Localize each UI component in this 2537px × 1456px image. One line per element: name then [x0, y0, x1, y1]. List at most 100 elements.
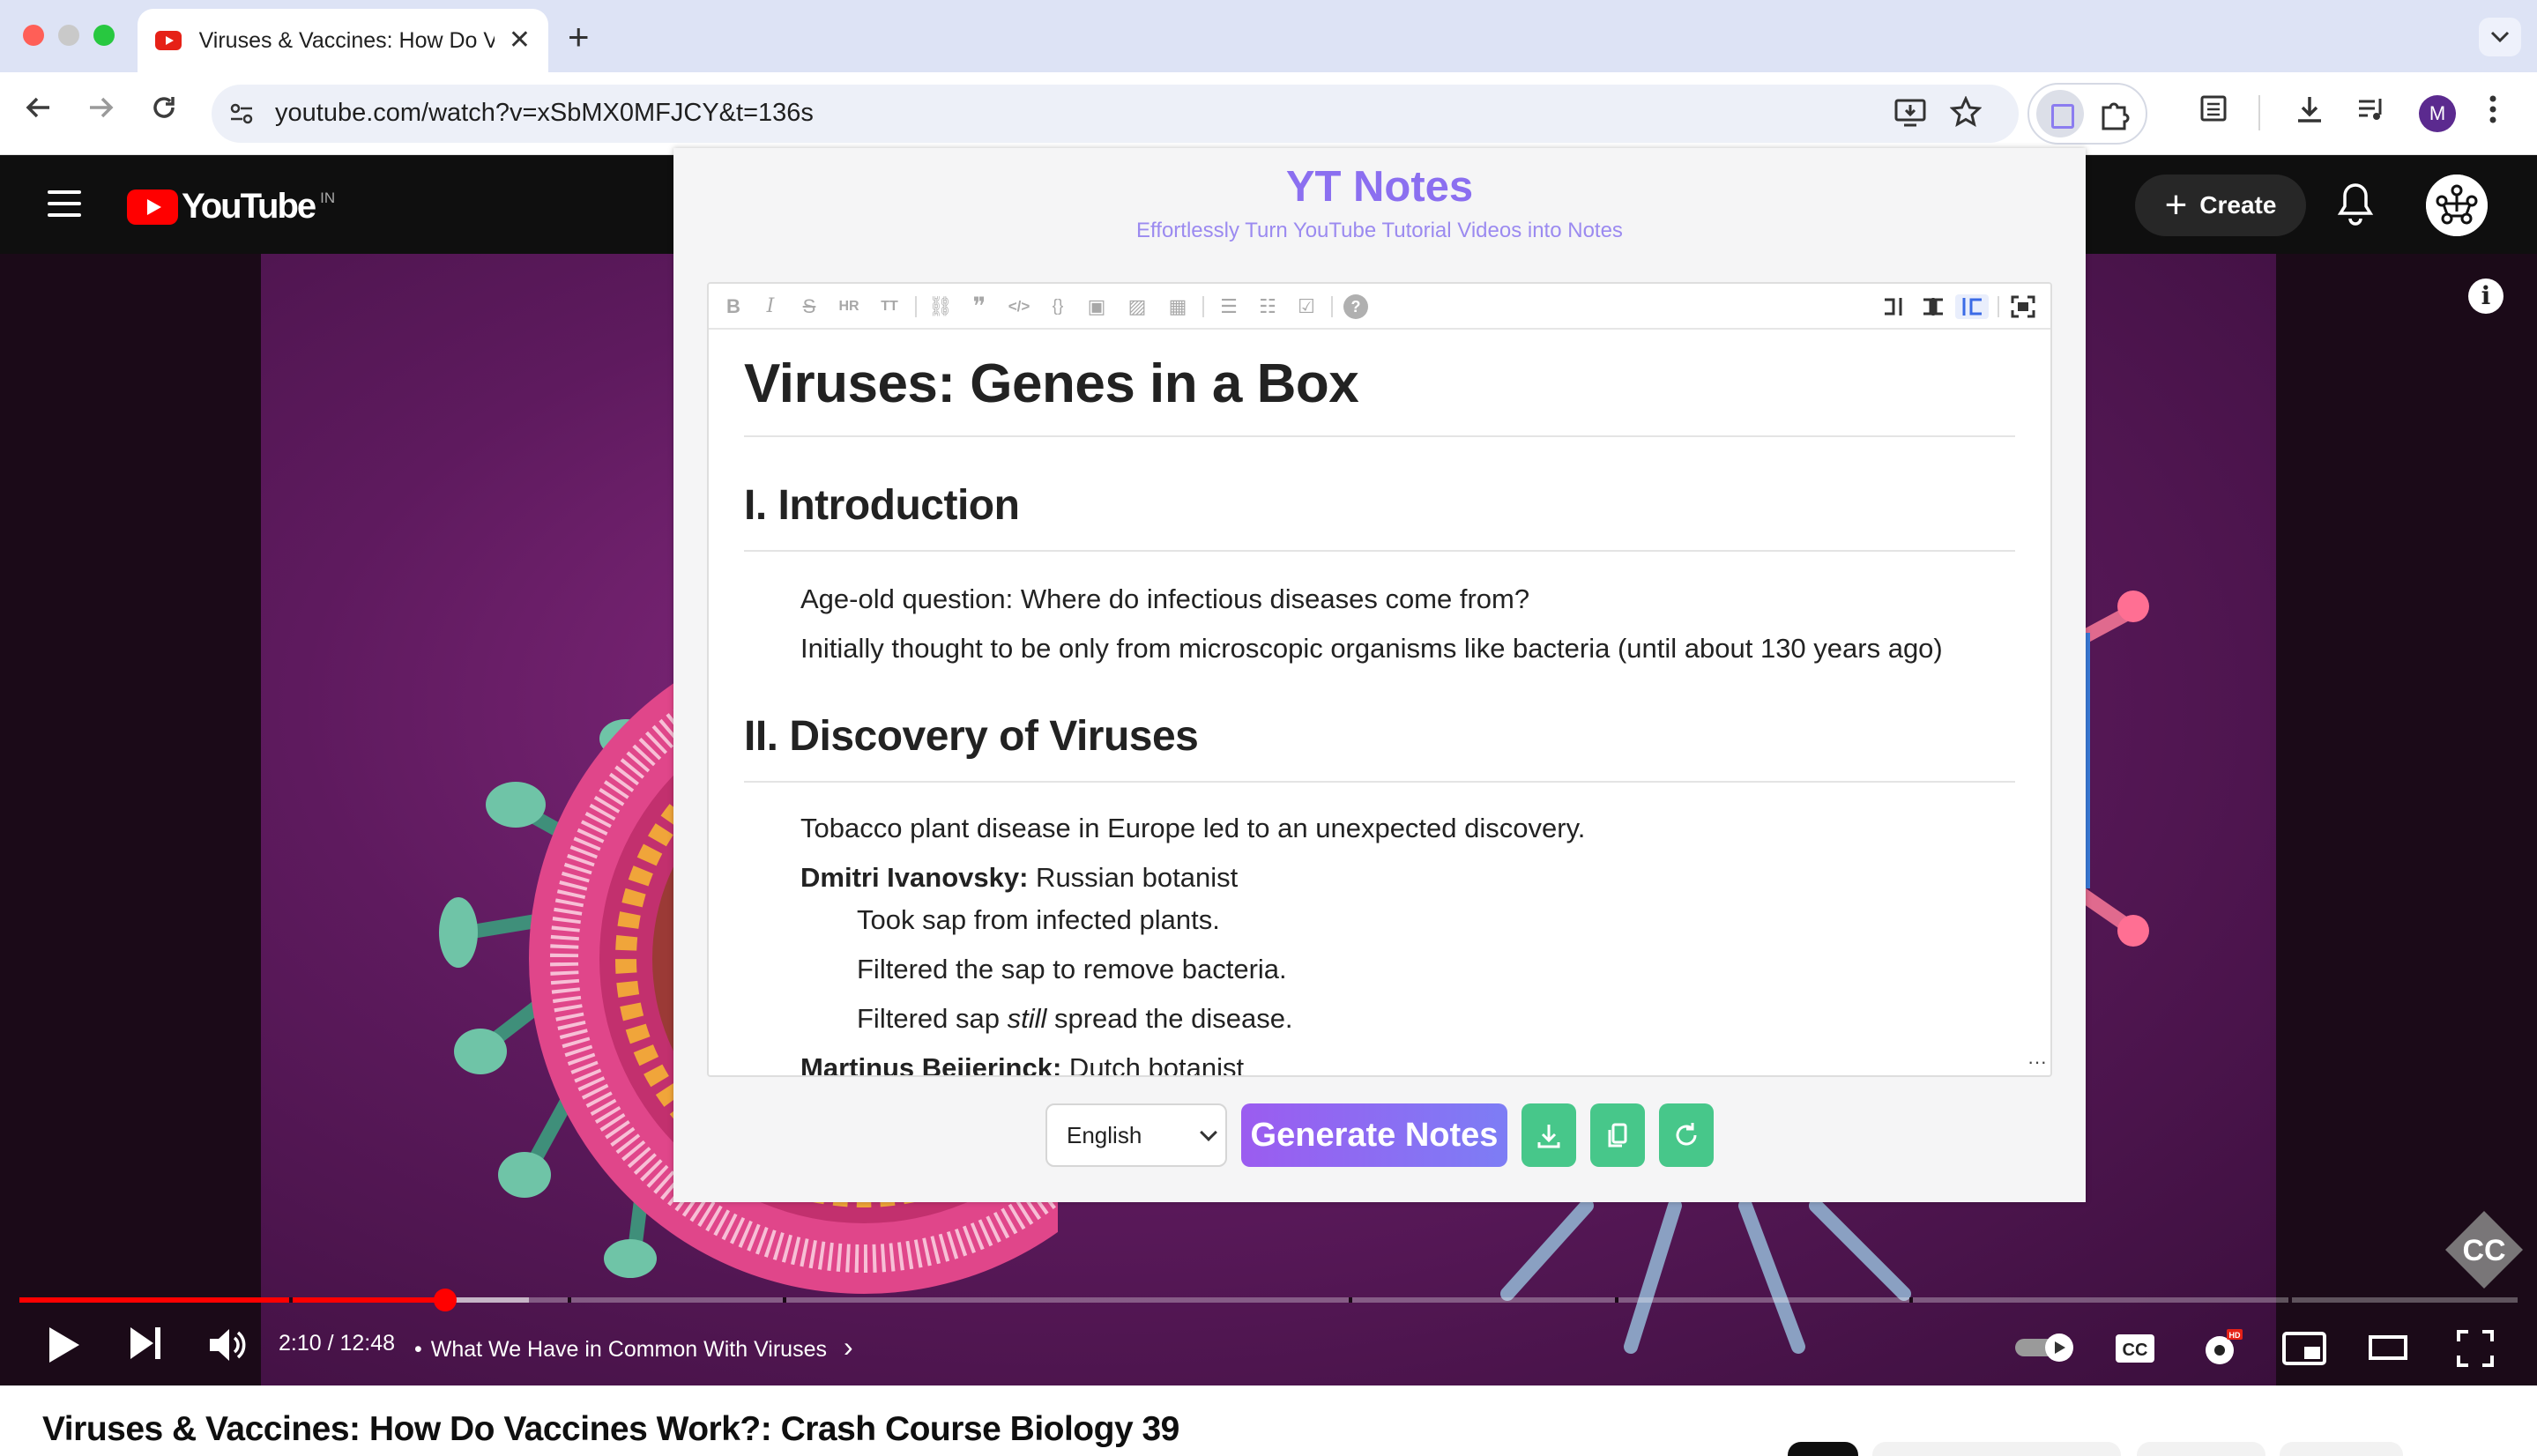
tab-close-icon[interactable]: ✕ [509, 27, 531, 54]
code-icon[interactable]: </> [1003, 294, 1035, 319]
autoplay-toggle[interactable] [2015, 1333, 2077, 1363]
chevron-down-icon [1200, 1124, 1217, 1141]
browser-tab-active[interactable]: Viruses & Vaccines: How Do Vaccines Work… [138, 9, 548, 72]
save-pill[interactable] [2280, 1442, 2403, 1456]
download-icon [1537, 1125, 1560, 1148]
preview-mode-glyph-icon [1962, 298, 1982, 316]
kebab-menu-icon[interactable] [2488, 93, 2498, 125]
chapter-title[interactable]: • What We Have in Common With Viruses › [414, 1331, 853, 1363]
italic-icon[interactable]: I [758, 294, 783, 319]
miniplayer-icon[interactable] [2281, 1331, 2327, 1366]
help-icon[interactable]: ? [1343, 294, 1368, 319]
strikethrough-icon[interactable]: S [797, 294, 822, 319]
preview-mode-icon[interactable] [1955, 294, 1989, 319]
fullscreen-icon[interactable] [2456, 1329, 2495, 1368]
resize-handle-icon[interactable]: ··· [2027, 1051, 2047, 1073]
reading-list-icon[interactable] [2198, 93, 2228, 123]
copy-notes-button[interactable] [1590, 1103, 1645, 1167]
comment-icon[interactable]: ▣ [1083, 294, 1111, 319]
ordered-list-icon[interactable]: ☷ [1254, 294, 1282, 319]
site-settings-icon[interactable] [227, 100, 256, 128]
youtube-account-avatar[interactable] [2426, 175, 2488, 236]
live-mode-icon[interactable] [1920, 294, 1946, 319]
list-item: Dmitri Ivanovsky: Russian botanist [800, 862, 1238, 894]
url-text[interactable]: youtube.com/watch?v=xSbMX0MFJCY&t=136s [275, 99, 814, 128]
new-tab-button[interactable]: + [568, 16, 590, 58]
tab-title: Viruses & Vaccines: How Do Vaccines Work… [198, 27, 495, 53]
notifications-bell-icon[interactable] [2336, 182, 2375, 227]
list-item: Took sap from infected plants. [857, 904, 1220, 935]
yt-notes-extension-button[interactable] [2036, 90, 2084, 137]
install-app-icon[interactable] [1893, 96, 1927, 130]
info-icon[interactable]: i [2468, 279, 2504, 314]
unordered-list-icon[interactable]: ☰ [1215, 294, 1243, 319]
profile-avatar[interactable]: M [2419, 95, 2456, 132]
image-icon[interactable]: ▨ [1123, 294, 1151, 319]
generate-notes-button[interactable]: Generate Notes [1241, 1103, 1507, 1167]
code-block-icon[interactable]: {} [1044, 294, 1072, 319]
address-bar[interactable]: youtube.com/watch?v=xSbMX0MFJCY&t=136s [212, 85, 2019, 143]
title-icon[interactable]: TT [874, 294, 904, 319]
list-item-text: spread the disease. [1046, 1003, 1293, 1034]
heading-underline [744, 435, 2015, 437]
quote-icon[interactable]: ❞ [966, 294, 993, 319]
browser-tab-bar: Viruses & Vaccines: How Do Vaccines Work… [0, 0, 2537, 72]
settings-gear-icon[interactable]: HD [2200, 1327, 2243, 1370]
next-video-icon[interactable] [129, 1326, 162, 1361]
play-icon[interactable] [46, 1326, 81, 1364]
progress-played [19, 1297, 444, 1303]
channel-subscribe-pill[interactable] [1788, 1442, 1858, 1456]
youtube-logo[interactable]: YouTube IN [127, 187, 335, 227]
link-icon[interactable]: ⛓ [927, 294, 954, 319]
like-dislike-pill[interactable] [1872, 1442, 2121, 1456]
forward-icon[interactable] [85, 92, 116, 123]
download-notes-button[interactable] [1521, 1103, 1576, 1167]
subtitles-cc-icon[interactable]: CC [2114, 1333, 2156, 1364]
fullscreen-editor-icon[interactable] [2010, 294, 2036, 319]
toolbar-separator [915, 296, 917, 317]
task-list-icon[interactable]: ☑ [1292, 294, 1321, 319]
toolbar-separator [1331, 296, 1333, 317]
download-icon[interactable] [2294, 93, 2325, 125]
progress-scrubber-handle[interactable] [434, 1289, 457, 1311]
horizontal-rule-icon[interactable]: HR [834, 294, 864, 319]
list-item: Age-old question: Where do infectious di… [800, 583, 1530, 614]
chapter-marker [289, 1297, 293, 1303]
youtube-play-logo-icon [127, 189, 178, 225]
window-maximize-button[interactable] [93, 25, 115, 46]
heading-underline [744, 781, 2015, 783]
window-minimize-button[interactable] [58, 25, 79, 46]
table-icon[interactable]: ▦ [1164, 294, 1192, 319]
note-heading-2: II. Discovery of Viruses [744, 713, 1199, 760]
refresh-notes-button[interactable] [1659, 1103, 1714, 1167]
chapter-marker [2288, 1297, 2292, 1303]
hamburger-menu-icon[interactable] [48, 190, 81, 217]
volume-icon[interactable] [208, 1326, 247, 1364]
theater-mode-icon[interactable] [2368, 1334, 2408, 1361]
language-select[interactable]: English [1045, 1103, 1227, 1167]
video-progress-bar[interactable] [19, 1297, 2518, 1303]
chapter-marker [568, 1297, 571, 1303]
bookmark-star-icon[interactable] [1950, 96, 1982, 128]
extensions-pill [2027, 83, 2147, 145]
browser-toolbar: youtube.com/watch?v=xSbMX0MFJCY&t=136s M [0, 72, 2537, 155]
edit-mode-icon[interactable] [1881, 294, 1908, 319]
list-item: Tobacco plant disease in Europe led to a… [800, 813, 1586, 843]
create-button[interactable]: + Create [2135, 175, 2306, 236]
video-time: 2:10 / 12:48 [279, 1331, 396, 1356]
markdown-editor[interactable]: B I S HR TT ⛓ ❞ </> {} ▣ ▨ ▦ ☰ ☷ ☑ ? Vir… [707, 282, 2052, 1077]
back-icon[interactable] [23, 92, 55, 123]
bold-icon[interactable]: B [721, 294, 746, 319]
media-controls-icon[interactable] [2355, 93, 2387, 125]
window-close-button[interactable] [23, 25, 44, 46]
list-item: Martinus Beijerinck: Dutch botanist [800, 1052, 1245, 1077]
puzzle-extension-icon[interactable] [2098, 97, 2133, 132]
list-item: Initially thought to be only from micros… [800, 633, 1943, 664]
tab-search-button[interactable] [2479, 18, 2521, 56]
share-pill[interactable] [2137, 1442, 2265, 1456]
chevron-down-icon [2490, 31, 2510, 43]
video-title: Viruses & Vaccines: How Do Vaccines Work… [42, 1410, 1179, 1448]
list-item-text: Dutch botanist [1061, 1052, 1245, 1077]
reload-icon[interactable] [148, 92, 180, 123]
notes-actions: English Generate Notes [673, 1103, 2086, 1167]
